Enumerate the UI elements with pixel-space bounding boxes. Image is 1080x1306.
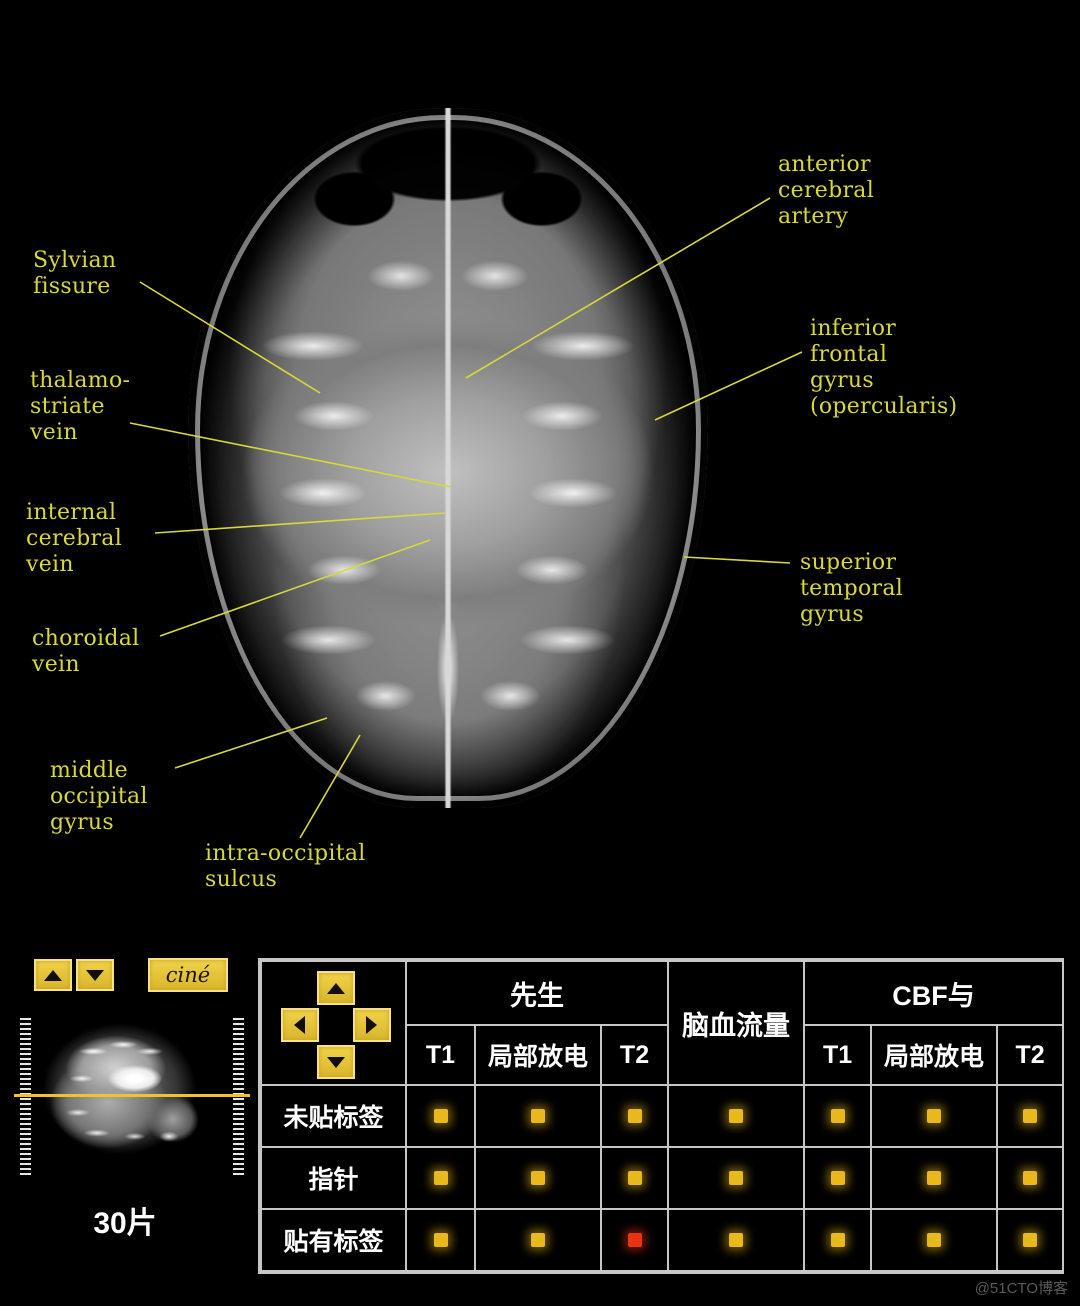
indicator-icon (830, 1233, 845, 1247)
sequence-matrix: 先生 脑血流量 CBF与 T1 局部放电 T2 T1 局部放电 T2 未贴标签 指针 贴有标签 (258, 958, 1065, 1274)
cell-indicator[interactable] (803, 1208, 873, 1272)
sub-header-1: 局部放电 (474, 1024, 602, 1086)
indicator-icon (1023, 1233, 1038, 1247)
mri-viewer[interactable]: Sylvian fissure thalamo- striate vein inte… (0, 0, 1080, 940)
label-sylvian-fissure: Sylvian fissure (33, 248, 117, 299)
row-label-2: 贴有标签 (260, 1208, 407, 1272)
pan-right-button[interactable] (352, 1008, 391, 1042)
indicator-icon (627, 1109, 642, 1123)
cell-indicator[interactable] (405, 1146, 476, 1210)
cell-indicator[interactable] (667, 1208, 806, 1272)
indicator-icon (627, 1171, 642, 1185)
cell-indicator[interactable] (870, 1146, 999, 1210)
slice-count-label: 30片 (93, 1207, 157, 1240)
cell-indicator[interactable] (474, 1146, 602, 1210)
indicator-icon (433, 1109, 448, 1123)
indicator-icon (830, 1171, 845, 1185)
cell-indicator[interactable] (667, 1084, 806, 1148)
group-header-2: CBF与 (803, 959, 1065, 1027)
cell-indicator[interactable] (870, 1208, 999, 1272)
cell-indicator[interactable] (870, 1084, 999, 1148)
label-superior-temporal-gyrus: superior temporal gyrus (800, 550, 904, 627)
axial-brain-slice (188, 108, 708, 808)
sub-header-2: T2 (599, 1024, 670, 1086)
indicator-icon (830, 1109, 845, 1123)
cell-indicator[interactable] (996, 1146, 1065, 1210)
indicator-icon (729, 1233, 744, 1247)
prev-slice-button[interactable] (34, 959, 72, 991)
ruler-right-icon (233, 1018, 244, 1178)
indicator-icon (433, 1171, 448, 1185)
cine-button[interactable]: ciné (148, 958, 228, 992)
pan-left-button[interactable] (280, 1008, 319, 1042)
row-label-0: 未贴标签 (260, 1084, 407, 1148)
active-indicator-icon (627, 1233, 642, 1247)
cell-indicator[interactable] (599, 1084, 670, 1148)
label-anterior-cerebral-artery: anterior cerebral artery (778, 152, 875, 229)
label-intra-occipital-sulcus: intra-occipital sulcus (205, 841, 366, 892)
label-internal-cerebral-vein: internal cerebral vein (26, 500, 123, 577)
group-header-0: 先生 (404, 959, 670, 1027)
triangle-down-icon (86, 969, 104, 981)
cell-indicator[interactable] (599, 1146, 670, 1210)
indicator-icon (729, 1109, 744, 1123)
cell-indicator[interactable] (996, 1084, 1065, 1148)
indicator-icon (729, 1171, 744, 1185)
pan-dpad[interactable] (260, 960, 407, 1086)
group-header-1: 脑血流量 (667, 960, 806, 1086)
table-group-header-row: 先生 脑血流量 CBF与 (260, 959, 1065, 1086)
cell-indicator[interactable] (599, 1208, 670, 1272)
triangle-left-icon (294, 1016, 305, 1034)
sub-header-6: T2 (996, 1024, 1065, 1086)
axial-mri-image[interactable] (188, 108, 708, 808)
label-choroidal-vein: choroidal vein (32, 626, 140, 677)
cell-indicator[interactable] (667, 1146, 806, 1210)
triangle-up-icon (326, 982, 345, 994)
label-thalamostriate-vein: thalamo- striate vein (30, 368, 131, 445)
slice-controls: ciné (34, 958, 228, 992)
indicator-icon (531, 1171, 545, 1185)
indicator-icon (433, 1233, 448, 1247)
control-panel: ciné 30片 先生 脑血流量 CBF与 T1 局部放电 T2 T1 局部放电 T2 未贴标签指… (0, 940, 1080, 1306)
sub-header-0: T1 (405, 1024, 476, 1086)
row-label-1: 指针 (260, 1146, 407, 1210)
indicator-icon (927, 1171, 942, 1185)
table-row: 贴有标签 (260, 1208, 1065, 1272)
triangle-up-icon (44, 969, 62, 981)
sub-header-5: 局部放电 (870, 1024, 999, 1086)
cell-indicator[interactable] (405, 1208, 476, 1272)
pan-down-button[interactable] (316, 1045, 355, 1079)
ruler-left-icon (20, 1018, 31, 1178)
slice-position-line[interactable] (14, 1094, 250, 1097)
sub-header-4: T1 (803, 1024, 873, 1086)
indicator-icon (1023, 1171, 1038, 1185)
indicator-icon (531, 1233, 545, 1247)
cell-indicator[interactable] (405, 1084, 476, 1148)
cell-indicator[interactable] (474, 1084, 602, 1148)
cell-indicator[interactable] (803, 1084, 873, 1148)
next-slice-button[interactable] (76, 959, 114, 991)
pan-up-button[interactable] (316, 971, 355, 1005)
sagittal-locator[interactable] (14, 1014, 250, 1184)
sagittal-thumbnail (36, 1014, 226, 1184)
indicator-icon (927, 1233, 942, 1247)
label-inferior-frontal-gyrus: inferior frontal gyrus (opercularis) (810, 316, 958, 419)
cell-indicator[interactable] (996, 1208, 1065, 1272)
indicator-icon (927, 1109, 942, 1123)
indicator-icon (531, 1109, 545, 1123)
watermark: @51CTO博客 (974, 1280, 1068, 1297)
table-row: 指针 (260, 1146, 1065, 1210)
triangle-right-icon (366, 1016, 377, 1034)
sequence-table: 先生 脑血流量 CBF与 T1 局部放电 T2 T1 局部放电 T2 未贴标签 指针 贴有标签 (260, 959, 1065, 1272)
cell-indicator[interactable] (803, 1146, 873, 1210)
table-row: 未贴标签 (260, 1084, 1065, 1148)
triangle-down-icon (326, 1056, 345, 1068)
cell-indicator[interactable] (474, 1208, 602, 1272)
indicator-icon (1023, 1109, 1038, 1123)
label-middle-occipital-gyrus: middle occipital gyrus (50, 758, 148, 835)
